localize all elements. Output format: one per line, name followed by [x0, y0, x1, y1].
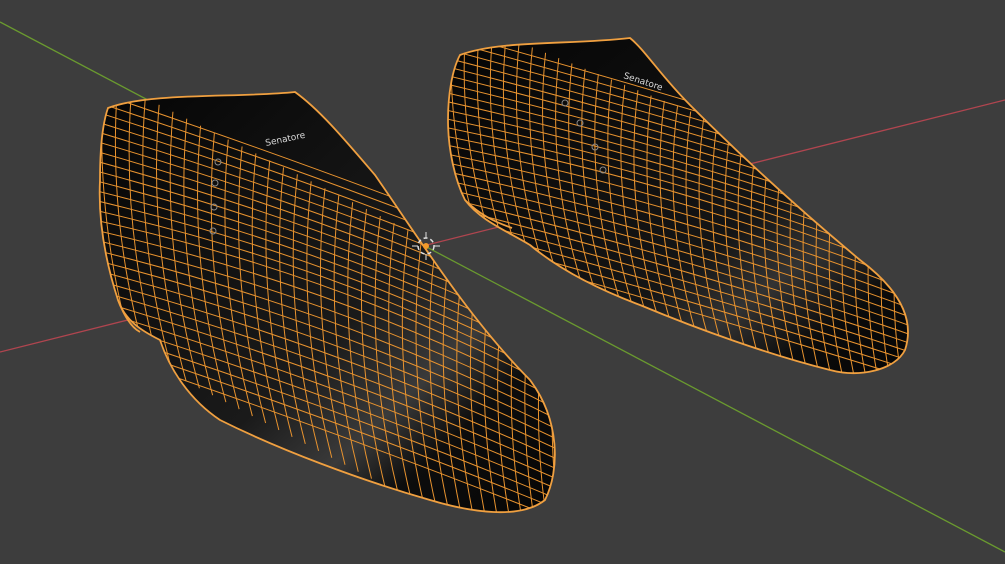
- 3d-viewport[interactable]: Senatore Senatore: [0, 0, 1005, 564]
- viewport-canvas[interactable]: Senatore Senatore: [0, 0, 1005, 564]
